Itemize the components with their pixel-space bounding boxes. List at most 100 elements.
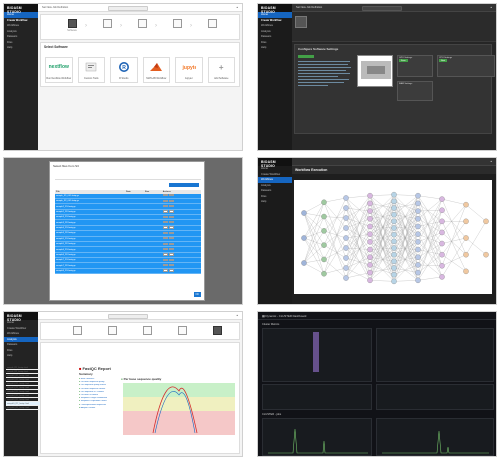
software-card-jupyter[interactable]: jupyter Jupyter xyxy=(175,57,203,83)
graph-node[interactable] xyxy=(439,196,445,202)
select-dropdown[interactable] xyxy=(162,242,168,245)
graph-node[interactable] xyxy=(367,231,373,237)
graph-node[interactable] xyxy=(391,211,397,218)
wizard-step-5[interactable] xyxy=(206,326,228,336)
select-dropdown[interactable] xyxy=(168,199,174,202)
select-dropdown[interactable] xyxy=(162,264,168,267)
graph-node[interactable] xyxy=(321,270,327,277)
graph-node[interactable] xyxy=(343,235,349,241)
graph-node[interactable] xyxy=(343,215,349,221)
select-dropdown[interactable] xyxy=(168,215,174,218)
graph-node[interactable] xyxy=(343,205,349,211)
table-row[interactable]: sample8_R1.fastq.gz xyxy=(55,268,201,275)
select-dropdown[interactable] xyxy=(168,269,174,272)
wizard-step-1[interactable] xyxy=(66,326,88,336)
graph-node[interactable] xyxy=(391,205,397,211)
graph-node[interactable] xyxy=(391,278,397,285)
row-title[interactable]: CLUSTER - jobs xyxy=(262,413,281,416)
graph-node[interactable] xyxy=(343,245,349,251)
select-dropdown[interactable] xyxy=(168,242,174,245)
graph-node[interactable] xyxy=(439,240,445,247)
graph-node[interactable] xyxy=(321,242,327,248)
select-dropdown[interactable] xyxy=(162,210,168,213)
graph-node[interactable] xyxy=(367,216,373,222)
select-dropdown[interactable] xyxy=(162,199,168,202)
graph-node[interactable] xyxy=(439,229,445,236)
graph-node[interactable] xyxy=(391,191,397,198)
software-card-rstudio[interactable]: R R Studio xyxy=(110,57,138,83)
select-dropdown[interactable] xyxy=(168,237,174,240)
graph-node[interactable] xyxy=(391,198,397,205)
graph-node[interactable] xyxy=(439,207,445,213)
graph-node[interactable] xyxy=(483,251,489,258)
wizard-step-3[interactable] xyxy=(131,19,153,29)
graph-node[interactable] xyxy=(367,200,373,207)
upload-button[interactable] xyxy=(169,183,199,187)
graph-node[interactable] xyxy=(367,223,373,230)
select-dropdown[interactable] xyxy=(162,269,168,272)
graph-node[interactable] xyxy=(415,254,421,260)
graph-node[interactable] xyxy=(463,201,469,208)
graph-node[interactable] xyxy=(415,216,421,222)
workflow-graph-canvas[interactable] xyxy=(294,180,492,294)
select-dropdown[interactable] xyxy=(168,258,174,261)
next-button[interactable]: Next xyxy=(439,59,448,62)
software-card-custom[interactable]: Custom Tools xyxy=(77,57,105,83)
graph-node[interactable] xyxy=(367,277,373,284)
graph-node[interactable] xyxy=(415,269,421,276)
option-card-selected[interactable] xyxy=(357,55,393,87)
select-dropdown[interactable] xyxy=(162,215,168,218)
select-dropdown[interactable] xyxy=(168,253,174,256)
select-dropdown[interactable] xyxy=(168,204,174,208)
user-menu[interactable]: ● xyxy=(490,160,492,163)
graph-node[interactable] xyxy=(301,235,307,241)
search-input[interactable] xyxy=(108,5,148,11)
graph-node[interactable] xyxy=(391,231,397,238)
select-dropdown[interactable] xyxy=(168,247,174,251)
select-dropdown[interactable] xyxy=(162,226,168,229)
graph-node[interactable] xyxy=(321,228,327,234)
save-button[interactable]: Save xyxy=(399,59,408,62)
graph-node[interactable] xyxy=(391,251,397,258)
graph-node[interactable] xyxy=(463,218,469,225)
graph-node[interactable] xyxy=(367,254,373,260)
software-card-matlab[interactable]: MATLAB Workflow xyxy=(142,57,170,83)
graph-node[interactable] xyxy=(415,223,421,230)
graph-node[interactable] xyxy=(391,225,397,231)
graph-node[interactable] xyxy=(463,268,469,275)
graph-node[interactable] xyxy=(391,258,397,265)
graph-node[interactable] xyxy=(415,277,421,284)
wizard-step-5[interactable] xyxy=(201,19,223,29)
graph-node[interactable] xyxy=(343,255,349,261)
graph-node[interactable] xyxy=(483,218,489,225)
graph-node[interactable] xyxy=(415,246,421,253)
graph-node[interactable] xyxy=(321,256,327,263)
option-card-ram[interactable]: RAM Settings xyxy=(397,81,433,101)
graph-node[interactable] xyxy=(321,213,327,220)
graph-node[interactable] xyxy=(415,192,421,199)
select-dropdown[interactable] xyxy=(162,258,168,261)
select-dropdown[interactable] xyxy=(168,210,174,213)
select-dropdown[interactable] xyxy=(162,204,168,208)
graph-node[interactable] xyxy=(415,200,421,207)
graph-node[interactable] xyxy=(415,231,421,237)
graph-node[interactable] xyxy=(415,239,421,245)
wizard-step-2[interactable] xyxy=(101,326,123,336)
graph-node[interactable] xyxy=(391,245,397,251)
wizard-step-4[interactable] xyxy=(166,19,188,29)
software-card-nextflow[interactable]: nextflow Run Nextflow Workflow xyxy=(45,57,73,83)
graph-node[interactable] xyxy=(439,251,445,258)
graph-node[interactable] xyxy=(439,263,445,269)
wizard-step-4[interactable] xyxy=(171,326,193,336)
sidebar-item-help[interactable]: Help xyxy=(4,45,38,51)
graph-node[interactable] xyxy=(391,238,397,245)
graph-node[interactable] xyxy=(415,262,421,268)
graph-node[interactable] xyxy=(391,218,397,225)
select-dropdown[interactable] xyxy=(162,237,168,240)
graph-node[interactable] xyxy=(367,192,373,199)
graph-node[interactable] xyxy=(301,260,307,266)
list-item[interactable]: sample6_R1_fastqc.html xyxy=(6,406,40,410)
graph-node[interactable] xyxy=(463,235,469,241)
select-dropdown[interactable] xyxy=(162,253,168,256)
graph-node[interactable] xyxy=(439,274,445,280)
